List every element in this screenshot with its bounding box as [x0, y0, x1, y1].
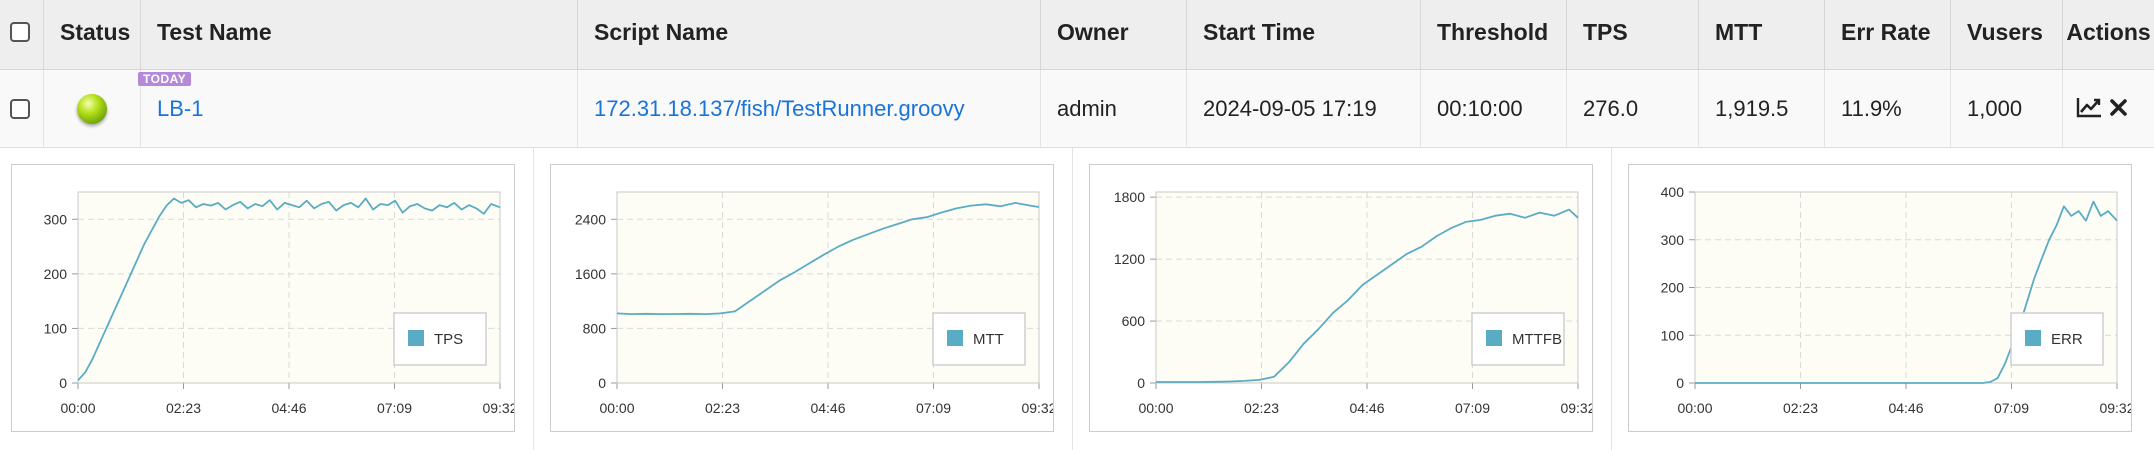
legend-label: MTT: [973, 331, 1004, 348]
column-tps[interactable]: TPS: [1567, 0, 1699, 70]
x-tick-label: 09:32: [482, 400, 514, 416]
row-select-cell: [0, 70, 44, 148]
y-tick-label: 600: [1122, 313, 1146, 329]
err-legend: ERR: [2010, 312, 2104, 366]
x-tick-label: 02:23: [705, 400, 740, 416]
start-time-cell: 2024-09-05 17:19: [1187, 70, 1421, 148]
legend-swatch: [1486, 330, 1502, 346]
x-tick-label: 04:46: [1349, 400, 1384, 416]
tps-legend: TPS: [393, 312, 487, 366]
y-tick-label: 800: [583, 320, 607, 336]
today-badge: TODAY: [138, 72, 192, 86]
x-tick-label: 07:09: [377, 400, 412, 416]
column-owner[interactable]: Owner: [1041, 0, 1187, 70]
legend-label: MTTFB: [1512, 331, 1562, 348]
y-tick-label: 0: [1676, 375, 1684, 391]
y-tick-label: 200: [44, 266, 68, 282]
column-start-time[interactable]: Start Time: [1187, 0, 1421, 70]
x-tick-label: 00:00: [599, 400, 634, 416]
close-icon[interactable]: [2109, 96, 2129, 123]
test-name-cell: LB-1: [141, 70, 578, 148]
script-name-link[interactable]: 172.31.18.137/fish/TestRunner.groovy: [594, 96, 965, 121]
legend-label: TPS: [434, 331, 463, 348]
x-tick-label: 00:00: [1677, 400, 1712, 416]
column-status[interactable]: Status: [44, 0, 141, 70]
row-checkbox[interactable]: [10, 99, 30, 119]
err-rate-cell: 11.9%: [1825, 70, 1951, 148]
owner-cell: admin: [1041, 70, 1187, 148]
y-tick-label: 400: [1661, 184, 1685, 200]
legend-swatch: [408, 330, 424, 346]
mttfb-legend: MTTFB: [1471, 312, 1565, 366]
mtt-legend: MTT: [932, 312, 1026, 366]
test-name-link[interactable]: LB-1: [157, 96, 203, 121]
status-cell: [44, 70, 141, 148]
threshold-cell: 00:10:00: [1421, 70, 1567, 148]
y-tick-label: 1800: [1114, 189, 1145, 205]
chart-separator: [1611, 148, 1612, 450]
x-tick-label: 07:09: [1455, 400, 1490, 416]
column-mtt[interactable]: MTT: [1699, 0, 1825, 70]
vusers-cell: 1,000: [1951, 70, 2063, 148]
x-tick-label: 07:09: [916, 400, 951, 416]
legend-swatch: [947, 330, 963, 346]
column-script-name[interactable]: Script Name: [578, 0, 1041, 70]
mtt-chart-panel: 0 800 1600 2400 00:00 02:23 04:46 07:09 09:32 MTT: [550, 164, 1057, 432]
legend-label: ERR: [2051, 331, 2083, 348]
column-actions: Actions: [2066, 19, 2151, 45]
select-all-checkbox[interactable]: [10, 22, 30, 42]
chart-icon[interactable]: [2076, 96, 2102, 123]
y-tick-label: 1600: [575, 266, 606, 282]
tps-chart-panel: 0 100 200 300 00:00 02:23 04:46 07:09 09:32 TPS: [11, 164, 518, 432]
tps-cell: 276.0: [1567, 70, 1699, 148]
y-tick-label: 2400: [575, 211, 606, 227]
column-test-name[interactable]: Test Name: [141, 0, 578, 70]
x-tick-label: 04:46: [810, 400, 845, 416]
x-tick-label: 07:09: [1994, 400, 2029, 416]
mtt-chart: 0 800 1600 2400 00:00 02:23 04:46 07:09 09:32 MTT: [575, 191, 1057, 416]
tps-chart: 0 100 200 300 00:00 02:23 04:46 07:09 09:32 TPS: [44, 191, 518, 416]
x-tick-label: 02:23: [166, 400, 201, 416]
x-tick-label: 00:00: [60, 400, 95, 416]
x-tick-label: 04:46: [1888, 400, 1923, 416]
mtt-cell: 1,919.5: [1699, 70, 1825, 148]
x-tick-label: 09:32: [1560, 400, 1592, 416]
mttfb-chart: 0 600 1200 1800 00:00 02:23 04:46 07:09 09:32 MTT…: [1114, 189, 1596, 416]
err-chart-panel: 0 100 200 300 400 00:00 02:23 04:46 07:09 09:32 ER…: [1628, 164, 2135, 432]
chart-separator: [1072, 148, 1073, 450]
y-tick-label: 300: [44, 211, 68, 227]
y-tick-label: 1200: [1114, 251, 1145, 267]
y-tick-label: 100: [1661, 327, 1685, 343]
table-header: Status Test Name Script Name Owner Start…: [0, 0, 2154, 70]
legend-swatch: [2025, 330, 2041, 346]
column-threshold[interactable]: Threshold: [1421, 0, 1567, 70]
x-tick-label: 04:46: [271, 400, 306, 416]
x-tick-label: 02:23: [1783, 400, 1818, 416]
y-tick-label: 200: [1661, 280, 1685, 296]
header-select-cell: [0, 0, 44, 70]
x-tick-label: 09:32: [2099, 400, 2131, 416]
table-row: LB-1 172.31.18.137/fish/TestRunner.groov…: [0, 70, 2154, 148]
chart-separator: [533, 148, 534, 450]
y-tick-label: 100: [44, 320, 68, 336]
y-tick-label: 0: [59, 375, 67, 391]
err-chart: 0 100 200 300 400 00:00 02:23 04:46 07:09 09:32 ER…: [1661, 184, 2135, 416]
script-name-cell: 172.31.18.137/fish/TestRunner.groovy: [578, 70, 1041, 148]
column-vusers[interactable]: Vusers: [1951, 0, 2063, 70]
y-tick-label: 0: [1137, 375, 1145, 391]
status-green-icon: [77, 94, 107, 124]
mttfb-chart-panel: 0 600 1200 1800 00:00 02:23 04:46 07:09 09:32 MTT…: [1089, 164, 1596, 432]
y-tick-label: 300: [1661, 232, 1685, 248]
x-tick-label: 09:32: [1021, 400, 1053, 416]
column-err-rate[interactable]: Err Rate: [1825, 0, 1951, 70]
x-tick-label: 02:23: [1244, 400, 1279, 416]
x-tick-label: 00:00: [1138, 400, 1173, 416]
y-tick-label: 0: [598, 375, 606, 391]
